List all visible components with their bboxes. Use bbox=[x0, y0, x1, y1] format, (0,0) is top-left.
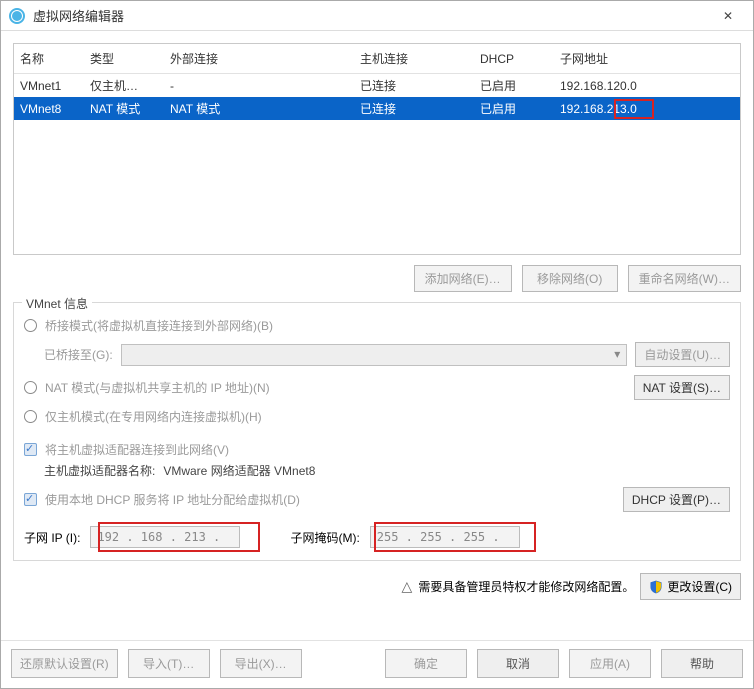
col-name[interactable]: 名称 bbox=[14, 44, 84, 74]
nat-mode-label: NAT 模式(与虚拟机共享主机的 IP 地址)(N) bbox=[45, 379, 270, 396]
auto-settings-button: 自动设置(U)… bbox=[635, 342, 730, 367]
subnet-ip-input bbox=[90, 526, 240, 548]
virtual-network-editor-window: 虚拟网络编辑器 ✕ 名称 类型 外部连接 主机连接 DHCP 子网地址 bbox=[0, 0, 754, 689]
close-icon: ✕ bbox=[723, 9, 733, 23]
cancel-button[interactable]: 取消 bbox=[477, 649, 559, 678]
rename-network-button: 重命名网络(W)… bbox=[628, 265, 741, 292]
host-adapter-name-prefix: 主机虚拟适配器名称: bbox=[44, 462, 155, 479]
col-dhcp[interactable]: DHCP bbox=[474, 44, 554, 74]
close-button[interactable]: ✕ bbox=[711, 1, 745, 30]
vmnet-info-group: VMnet 信息 桥接模式(将虚拟机直接连接到外部网络)(B) 已桥接至(G):… bbox=[13, 302, 741, 561]
apply-button: 应用(A) bbox=[569, 649, 651, 678]
dhcp-checkbox bbox=[24, 493, 37, 506]
group-title: VMnet 信息 bbox=[22, 295, 92, 312]
bridge-mode-radio bbox=[24, 319, 37, 332]
hostonly-mode-radio bbox=[24, 410, 37, 423]
admin-warning-row: △ 需要具备管理员特权才能修改网络配置。 更改设置(C) bbox=[13, 567, 741, 606]
restore-defaults-button: 还原默认设置(R) bbox=[11, 649, 118, 678]
hostonly-mode-label: 仅主机模式(在专用网络内连接虚拟机)(H) bbox=[45, 408, 262, 425]
subnet-ip-label: 子网 IP (I): bbox=[24, 529, 80, 546]
footer-buttons: 还原默认设置(R) 导入(T)… 导出(X)… 确定 取消 应用(A) 帮助 bbox=[1, 640, 753, 688]
ok-button: 确定 bbox=[385, 649, 467, 678]
dhcp-settings-button[interactable]: DHCP 设置(P)… bbox=[623, 487, 730, 512]
shield-icon bbox=[649, 580, 663, 594]
export-button: 导出(X)… bbox=[220, 649, 302, 678]
dhcp-label: 使用本地 DHCP 服务将 IP 地址分配给虚拟机(D) bbox=[45, 491, 300, 508]
subnet-mask-input bbox=[370, 526, 520, 548]
col-host[interactable]: 主机连接 bbox=[354, 44, 474, 74]
content-area: 名称 类型 外部连接 主机连接 DHCP 子网地址 VMnet1 仅主机… - … bbox=[1, 31, 753, 640]
bridged-to-label: 已桥接至(G): bbox=[44, 346, 113, 363]
host-adapter-connect-label: 将主机虚拟适配器连接到此网络(V) bbox=[45, 441, 229, 458]
change-settings-button[interactable]: 更改设置(C) bbox=[640, 573, 741, 600]
bridged-to-dropdown bbox=[121, 344, 628, 366]
app-globe-icon bbox=[9, 8, 25, 24]
warning-triangle-icon: △ bbox=[402, 578, 413, 595]
admin-warning-text: 需要具备管理员特权才能修改网络配置。 bbox=[418, 578, 634, 595]
import-button: 导入(T)… bbox=[128, 649, 210, 678]
table-header-row: 名称 类型 外部连接 主机连接 DHCP 子网地址 bbox=[14, 44, 740, 74]
titlebar: 虚拟网络编辑器 ✕ bbox=[1, 1, 753, 31]
host-adapter-connect-checkbox bbox=[24, 443, 37, 456]
col-ext[interactable]: 外部连接 bbox=[164, 44, 354, 74]
col-type[interactable]: 类型 bbox=[84, 44, 164, 74]
remove-network-button: 移除网络(O) bbox=[522, 265, 618, 292]
table-buttons: 添加网络(E)… 移除网络(O) 重命名网络(W)… bbox=[13, 261, 741, 294]
subnet-mask-label: 子网掩码(M): bbox=[290, 529, 359, 546]
host-adapter-name-value: VMware 网络适配器 VMnet8 bbox=[163, 462, 315, 479]
help-button[interactable]: 帮助 bbox=[661, 649, 743, 678]
window-title: 虚拟网络编辑器 bbox=[33, 6, 711, 25]
add-network-button: 添加网络(E)… bbox=[414, 265, 512, 292]
networks-table[interactable]: 名称 类型 外部连接 主机连接 DHCP 子网地址 VMnet1 仅主机… - … bbox=[13, 43, 741, 255]
nat-mode-radio bbox=[24, 381, 37, 394]
table-row[interactable]: VMnet8 NAT 模式 NAT 模式 已连接 已启用 192.168.213… bbox=[14, 97, 740, 120]
bridge-mode-label: 桥接模式(将虚拟机直接连接到外部网络)(B) bbox=[45, 317, 273, 334]
nat-settings-button[interactable]: NAT 设置(S)… bbox=[634, 375, 730, 400]
col-subnet[interactable]: 子网地址 bbox=[554, 44, 740, 74]
table-row[interactable]: VMnet1 仅主机… - 已连接 已启用 192.168.120.0 bbox=[14, 74, 740, 98]
